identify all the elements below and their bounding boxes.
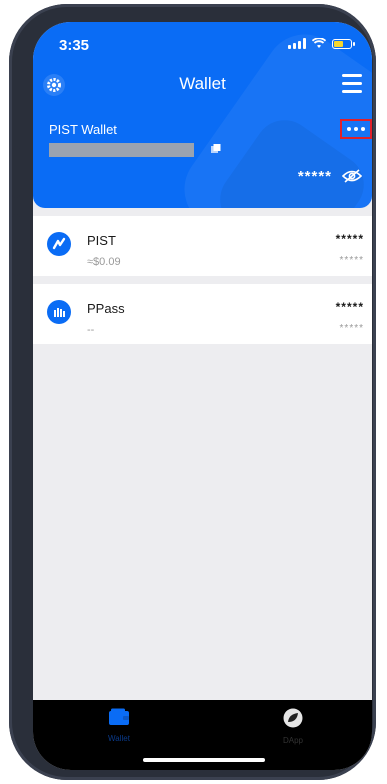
token-amount: ***** [335,232,364,246]
wallet-address-redacted [49,143,194,157]
more-options-button[interactable] [340,119,372,139]
tab-wallet-label: Wallet [108,734,130,743]
page-title: Wallet [179,74,226,93]
token-name: PPass [87,301,125,316]
signal-icon [288,38,306,49]
pist-token-icon [47,232,71,256]
tab-dapp[interactable]: DApp [253,708,333,745]
tab-wallet[interactable]: Wallet [79,708,159,743]
dapp-icon [283,708,303,728]
wallet-balance: ***** [297,168,332,185]
token-value: ***** [339,323,364,334]
wallet-name: PIST Wallet [49,122,117,137]
token-name: PIST [87,233,116,248]
copy-icon[interactable] [211,144,221,154]
status-bar: 3:35 [33,22,372,66]
wifi-icon [312,38,326,48]
token-card-ppass[interactable]: PPass -- ***** ***** [33,284,372,344]
app-header: Wallet [33,70,372,100]
app-screen: 3:35 Wallet PIST Wallet ***** PIST ≈$0.0… [33,22,372,770]
token-card-pist[interactable]: PIST ≈$0.09 ***** ***** [33,216,372,276]
status-time: 3:35 [59,37,90,54]
home-indicator[interactable] [143,758,265,762]
phone-side-button [12,146,20,198]
wallet-icon [109,708,129,725]
ppass-token-icon [47,300,71,324]
wallet-header-card: 3:35 Wallet PIST Wallet ***** [33,22,372,208]
tab-dapp-label: DApp [282,736,303,745]
bottom-tab-bar: Wallet DApp [33,700,372,770]
phone-frame: 3:35 Wallet PIST Wallet ***** PIST ≈$0.0… [9,4,376,780]
token-amount: ***** [335,300,364,314]
token-value: ***** [339,255,364,266]
menu-icon[interactable] [342,74,362,94]
token-price: ≈$0.09 [87,256,121,268]
token-price: -- [87,324,95,336]
hide-balance-eye-icon[interactable] [342,168,362,184]
phone-side-button [12,214,20,276]
battery-icon [332,38,355,49]
status-icons [288,38,355,49]
